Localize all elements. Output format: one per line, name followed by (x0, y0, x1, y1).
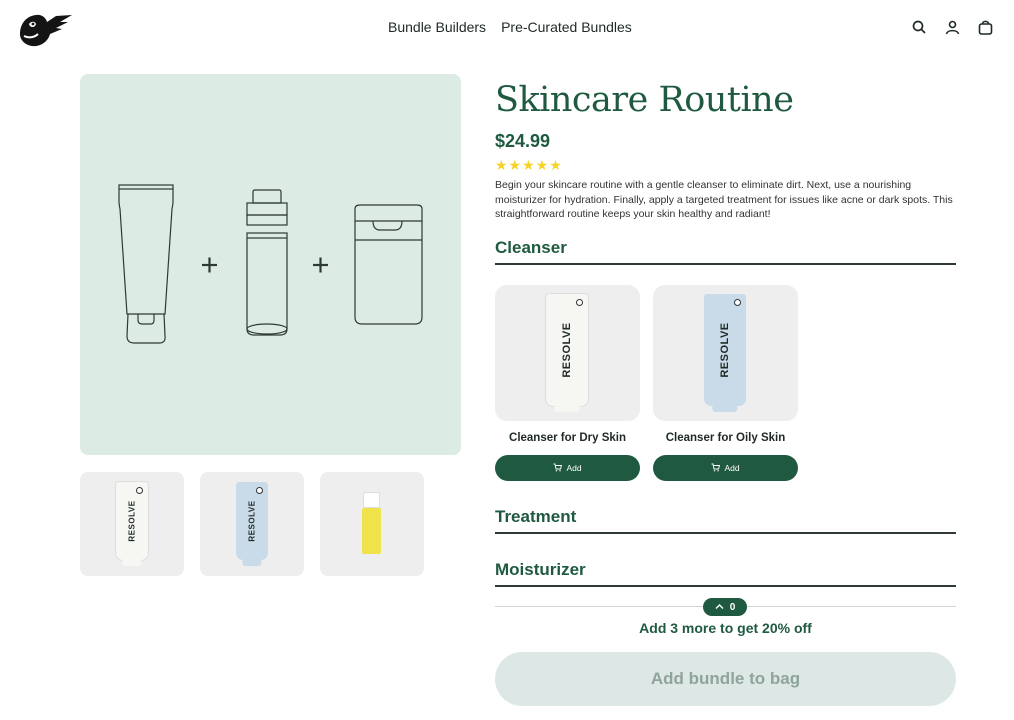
add-button-label: Add (724, 463, 740, 473)
bottle-cap-image (363, 492, 380, 508)
product-card-image-dry[interactable]: RESOLVE (495, 285, 640, 421)
product-card-image-oily[interactable]: RESOLVE (653, 285, 798, 421)
nav-pre-curated-bundles[interactable]: Pre-Curated Bundles (501, 19, 632, 35)
search-icon[interactable] (911, 19, 928, 36)
chevron-up-icon (715, 602, 724, 613)
add-cleanser-dry-button[interactable]: Add (495, 455, 640, 481)
thumbnail-cleanser-dry[interactable]: RESOLVE (80, 472, 184, 576)
section-title-moisturizer[interactable]: Moisturizer (495, 560, 586, 580)
site-header: Bundle Builders Pre-Curated Bundles (0, 0, 1014, 56)
brand-logo-icon[interactable] (16, 10, 74, 48)
rating-stars: ★★★★★ (495, 157, 563, 173)
product-name-dry: Cleanser for Dry Skin (509, 432, 626, 444)
tube-image: RESOLVE (116, 482, 148, 566)
product-title: Skincare Routine (495, 80, 794, 120)
tube-brand-text: RESOLVE (561, 322, 573, 378)
section-divider (495, 585, 956, 587)
header-icons (911, 19, 994, 36)
account-icon[interactable] (944, 19, 961, 36)
product-name-oily: Cleanser for Oily Skin (665, 432, 786, 444)
bundle-count: 0 (729, 601, 736, 613)
thumbnail-gallery: RESOLVE RESOLVE (80, 472, 424, 576)
section-title-cleanser[interactable]: Cleanser (495, 238, 567, 258)
thumbnail-cleanser-oily[interactable]: RESOLVE (200, 472, 304, 576)
cart-icon (711, 463, 721, 474)
tube-image: RESOLVE (236, 482, 268, 566)
tube-image: RESOLVE (546, 294, 588, 412)
bag-icon[interactable] (977, 19, 994, 36)
section-divider (495, 263, 956, 265)
thumbnail-treatment[interactable] (320, 472, 424, 576)
product-price: $24.99 (495, 131, 551, 151)
product-hero-image (80, 74, 461, 455)
section-divider (495, 532, 956, 534)
main-nav: Bundle Builders Pre-Curated Bundles (388, 19, 632, 35)
section-title-treatment[interactable]: Treatment (495, 507, 576, 527)
bottle-image (362, 508, 381, 554)
nav-bundle-builders[interactable]: Bundle Builders (388, 19, 486, 35)
tube-brand-text: RESOLVE (127, 500, 137, 542)
add-bundle-to-bag-button[interactable]: Add bundle to bag (495, 652, 956, 706)
product-description: Begin your skincare routine with a gentl… (495, 179, 953, 220)
bundle-count-toggle[interactable]: 0 (703, 598, 747, 616)
tube-image: RESOLVE (704, 294, 746, 412)
tube-brand-text: RESOLVE (719, 322, 731, 378)
tube-brand-text: RESOLVE (247, 500, 257, 542)
add-cleanser-oily-button[interactable]: Add (653, 455, 798, 481)
add-button-label: Add (566, 463, 582, 473)
cart-icon (553, 463, 563, 474)
promo-message: Add 3 more to get 20% off (639, 620, 812, 636)
